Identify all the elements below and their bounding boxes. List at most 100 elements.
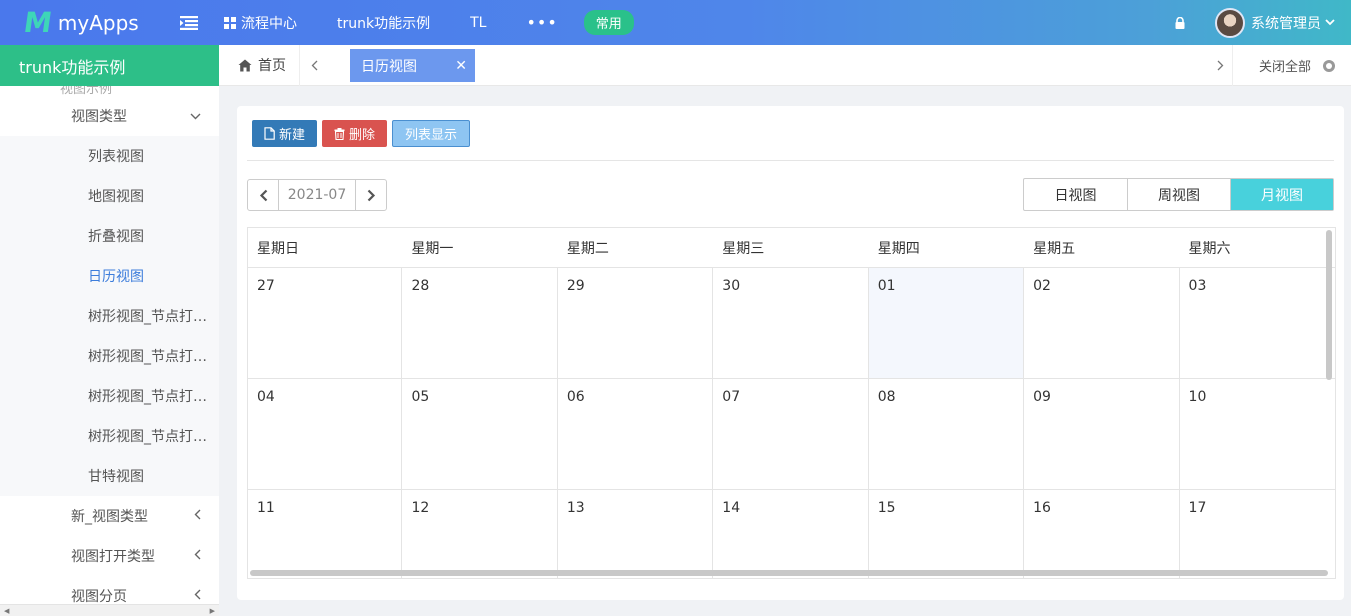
sidebar-item-map-view[interactable]: 地图视图 xyxy=(0,176,219,216)
calendar-day-cell[interactable]: 29 xyxy=(558,268,714,378)
chevron-left-icon xyxy=(194,548,201,564)
app-name: myApps xyxy=(57,10,139,35)
top-bar: M myApps 流程中心 trunk功能示例 TL ••• 常用 系统管理员 xyxy=(0,0,1351,45)
delete-button[interactable]: 删除 xyxy=(322,120,388,147)
close-all-button[interactable]: 关闭全部 xyxy=(1259,45,1335,86)
calendar-day-cell[interactable]: 03 xyxy=(1180,268,1335,378)
prev-month-button[interactable] xyxy=(248,180,279,210)
sidebar-item-tree-view-4[interactable]: 树形视图_节点打开... xyxy=(0,416,219,456)
toolbar-divider xyxy=(247,160,1334,161)
sidebar-title: trunk功能示例 xyxy=(0,45,219,86)
sidebar-item-tree-view-2[interactable]: 树形视图_节点打开... xyxy=(0,336,219,376)
calendar-day-cell-today[interactable]: 01 xyxy=(868,268,1025,378)
tab-calendar-view[interactable]: 日历视图 ✕ xyxy=(350,49,475,82)
calendar-day-cell[interactable]: 02 xyxy=(1024,268,1180,378)
chevron-right-icon xyxy=(367,189,375,201)
calendar-day-cell[interactable]: 14 xyxy=(713,490,869,578)
calendar-day-cell[interactable]: 12 xyxy=(402,490,558,578)
calendar-week-row: 27 28 29 30 01 02 03 xyxy=(248,268,1335,379)
grid-icon xyxy=(224,16,236,29)
sidebar-item-tree-view-1[interactable]: 树形视图_节点打开... xyxy=(0,296,219,336)
nav-item-tl[interactable]: TL xyxy=(470,15,486,31)
sidebar-item-view-demo[interactable]: 视图示例 xyxy=(0,86,219,96)
next-month-button[interactable] xyxy=(355,180,386,210)
close-icon[interactable]: ✕ xyxy=(455,58,467,74)
calendar-day-cell[interactable]: 15 xyxy=(869,490,1025,578)
sidebar: trunk功能示例 视图示例 视图类型 列表视图 地图视图 折叠视图 日历视图 … xyxy=(0,45,219,616)
calendar-day-cell[interactable]: 27 xyxy=(248,268,403,378)
user-name[interactable]: 系统管理员 xyxy=(1251,13,1321,33)
home-icon xyxy=(238,59,252,71)
calendar-horizontal-scrollbar[interactable] xyxy=(250,570,1328,576)
tab-scroll-right-button[interactable] xyxy=(1209,45,1233,86)
sidebar-item-view-types[interactable]: 视图类型 xyxy=(0,96,219,136)
calendar-day-cell[interactable]: 04 xyxy=(248,379,403,489)
list-display-label: 列表显示 xyxy=(405,128,458,143)
calendar-day-cell[interactable]: 16 xyxy=(1024,490,1180,578)
calendar-weekday-header: 星期日 星期一 星期二 星期三 星期四 星期五 星期六 xyxy=(248,228,1335,268)
calendar-day-cell[interactable]: 06 xyxy=(558,379,714,489)
sidebar-item-calendar-view[interactable]: 日历视图 xyxy=(0,256,219,296)
calendar-day-cell[interactable]: 07 xyxy=(713,379,869,489)
lock-icon[interactable] xyxy=(1175,16,1185,29)
sidebar-item-fold-view[interactable]: 折叠视图 xyxy=(0,216,219,256)
calendar-day-cell[interactable]: 11 xyxy=(248,490,403,578)
nav-item-process-center[interactable]: 流程中心 xyxy=(224,13,297,33)
main-panel: 新建 删除 列表显示 2021-07 日视图 周视图 月视图 星期日 星期一 星… xyxy=(237,106,1344,600)
calendar-vertical-scrollbar[interactable] xyxy=(1326,230,1332,380)
calendar-day-cell[interactable]: 28 xyxy=(402,268,558,378)
menu-toggle-icon[interactable] xyxy=(174,15,204,30)
gear-icon[interactable] xyxy=(1323,59,1335,72)
chevron-down-icon[interactable] xyxy=(1325,15,1335,30)
sidebar-item-tree-view-3[interactable]: 树形视图_节点打开... xyxy=(0,376,219,416)
calendar-day-cell[interactable]: 30 xyxy=(713,268,869,378)
favorites-pill[interactable]: 常用 xyxy=(583,10,634,35)
day-view-button[interactable]: 日视图 xyxy=(1024,179,1127,210)
calendar-day-cell[interactable]: 08 xyxy=(869,379,1025,489)
view-switcher: 日视图 周视图 月视图 xyxy=(1023,178,1334,211)
sidebar-item-list-view[interactable]: 列表视图 xyxy=(0,136,219,176)
tab-home[interactable]: 首页 xyxy=(219,55,299,75)
month-view-button[interactable]: 月视图 xyxy=(1230,179,1333,210)
toolbar: 新建 删除 列表显示 xyxy=(252,120,475,147)
weekday-fri: 星期五 xyxy=(1033,240,1076,257)
sidebar-item-label: 视图类型 xyxy=(71,109,127,125)
calendar-day-cell[interactable]: 17 xyxy=(1180,490,1335,578)
sidebar-item-gantt-view[interactable]: 甘特视图 xyxy=(0,456,219,496)
chevron-left-icon xyxy=(311,60,318,70)
tab-bar: 首页 日历视图 ✕ 关闭全部 xyxy=(219,44,1351,86)
nav-item-label: trunk功能示例 xyxy=(337,15,431,32)
new-button-label: 新建 xyxy=(279,128,306,143)
nav-item-label: 流程中心 xyxy=(241,15,297,32)
scroll-right-icon[interactable]: ▶ xyxy=(210,607,215,615)
nav-item-label: ••• xyxy=(526,13,558,32)
calendar-day-cell[interactable]: 05 xyxy=(402,379,558,489)
sidebar-item-new-view-types[interactable]: 新_视图类型 xyxy=(0,496,219,536)
weekday-thu: 星期四 xyxy=(877,240,920,257)
chevron-left-icon xyxy=(194,588,201,604)
new-button[interactable]: 新建 xyxy=(252,120,318,147)
weekday-sat: 星期六 xyxy=(1188,240,1231,257)
weekday-wed: 星期三 xyxy=(722,240,765,257)
chevron-left-icon xyxy=(194,508,201,524)
nav-item-label: TL xyxy=(470,14,487,31)
tab-scroll-left-button[interactable] xyxy=(299,44,329,86)
list-display-button[interactable]: 列表显示 xyxy=(392,120,471,147)
tab-label: 日历视图 xyxy=(361,58,417,75)
sidebar-item-view-open-types[interactable]: 视图打开类型 xyxy=(0,536,219,576)
sidebar-horizontal-scrollbar[interactable]: ◀ ▶ xyxy=(0,604,219,616)
user-avatar[interactable] xyxy=(1215,7,1245,38)
weekday-tue: 星期二 xyxy=(566,240,609,257)
file-icon xyxy=(264,127,275,140)
nav-item-trunk-demo[interactable]: trunk功能示例 xyxy=(337,13,430,33)
delete-button-label: 删除 xyxy=(349,128,376,143)
calendar-day-cell[interactable]: 10 xyxy=(1180,379,1335,489)
scroll-left-icon[interactable]: ◀ xyxy=(4,607,9,615)
calendar-day-cell[interactable]: 09 xyxy=(1024,379,1180,489)
current-month: 2021-07 xyxy=(287,187,347,203)
close-all-label: 关闭全部 xyxy=(1258,60,1311,75)
nav-more-icon[interactable]: ••• xyxy=(526,13,557,32)
week-view-button[interactable]: 周视图 xyxy=(1127,179,1230,210)
calendar-day-cell[interactable]: 13 xyxy=(558,490,714,578)
app-logo[interactable]: M myApps xyxy=(0,6,170,39)
